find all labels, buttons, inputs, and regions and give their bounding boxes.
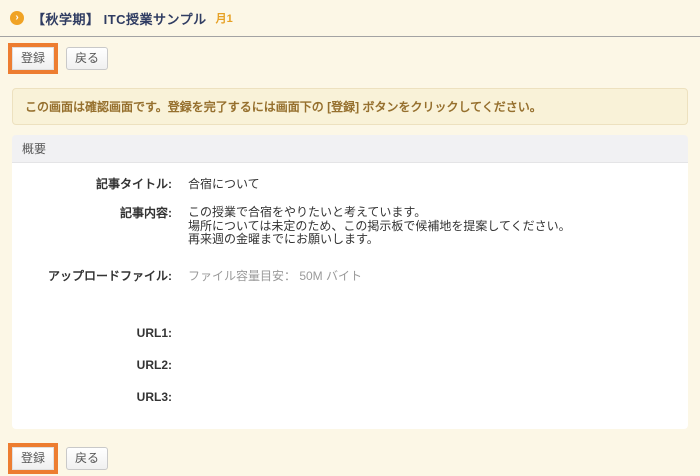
article-body-line: 場所については未定のため、この掲示板で候補地を提案してください。 <box>188 220 571 234</box>
page-title: 【秋学期】 ITC授業サンプル <box>32 9 207 28</box>
field-url1: URL1: <box>12 326 688 341</box>
register-button-bottom[interactable]: 登録 <box>12 447 54 470</box>
field-value: ファイル容量目安： 50M バイト <box>188 269 362 284</box>
article-body-line: 再来週の金曜までにお願いします。 <box>188 233 571 247</box>
field-value: 合宿について <box>188 177 260 192</box>
field-url2: URL2: <box>12 358 688 373</box>
panel-title: 概要 <box>12 135 688 163</box>
field-article-body: 記事内容: この授業で合宿をやりたいと考えています。 場所については未定のため、… <box>12 206 688 247</box>
field-value: この授業で合宿をやりたいと考えています。 場所については未定のため、この掲示板で… <box>188 206 571 247</box>
field-label: アップロードファイル: <box>12 269 172 284</box>
panel-body: 記事タイトル: 合宿について 記事内容: この授業で合宿をやりたいと考えています… <box>12 163 688 429</box>
back-button-bottom[interactable]: 戻る <box>66 447 108 470</box>
field-url3: URL3: <box>12 390 688 405</box>
chevron-right-circle-icon: › <box>10 11 24 25</box>
page-header: › 【秋学期】 ITC授業サンプル 月1 <box>0 0 700 37</box>
field-label: 記事タイトル: <box>12 177 172 192</box>
course-period-badge: 月1 <box>216 10 233 26</box>
field-label: 記事内容: <box>12 206 172 221</box>
summary-panel: 概要 記事タイトル: 合宿について 記事内容: この授業で合宿をやりたいと考えて… <box>12 135 688 429</box>
register-button-highlight-ring: 登録 <box>8 443 58 474</box>
field-label: URL1: <box>12 326 172 341</box>
confirmation-notice: この画面は確認画面です。登録を完了するには画面下の [登録] ボタンをクリックし… <box>12 88 688 125</box>
field-label: URL3: <box>12 390 172 405</box>
top-toolbar: 登録 戻る <box>0 43 700 74</box>
article-body-line: この授業で合宿をやりたいと考えています。 <box>188 206 571 220</box>
register-button-top[interactable]: 登録 <box>12 47 54 70</box>
field-label: URL2: <box>12 358 172 373</box>
bottom-toolbar: 登録 戻る <box>0 443 700 474</box>
back-button-top[interactable]: 戻る <box>66 47 108 70</box>
register-button-highlight-ring: 登録 <box>8 43 58 74</box>
field-article-title: 記事タイトル: 合宿について <box>12 177 688 192</box>
field-upload-file: アップロードファイル: ファイル容量目安： 50M バイト <box>12 269 688 284</box>
